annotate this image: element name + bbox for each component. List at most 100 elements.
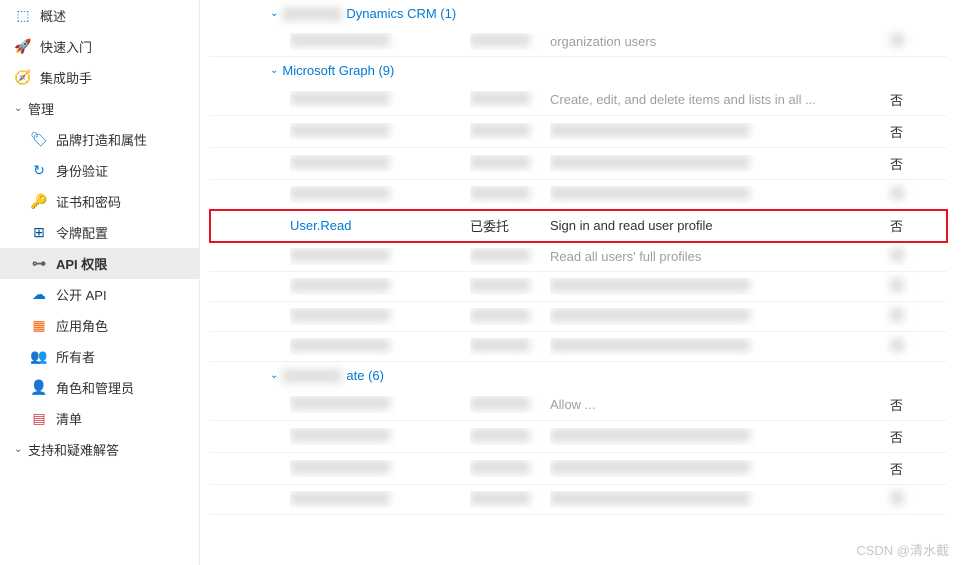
perm-admin bbox=[890, 491, 930, 508]
nav-label: 证书和密码 bbox=[56, 192, 121, 211]
perm-desc bbox=[550, 155, 890, 172]
perm-type bbox=[470, 308, 550, 325]
nav-label: API 权限 bbox=[56, 254, 107, 273]
perm-name bbox=[290, 428, 470, 445]
perm-desc bbox=[550, 123, 890, 140]
perm-desc bbox=[550, 308, 890, 325]
perm-admin bbox=[890, 308, 930, 325]
nav-label: 公开 API bbox=[56, 285, 107, 304]
perm-admin: 否 bbox=[890, 154, 930, 173]
perm-type bbox=[470, 123, 550, 140]
perm-admin: 否 bbox=[890, 395, 930, 414]
perm-type: 已委托 bbox=[470, 216, 550, 235]
perm-group-header-0[interactable]: ⌄Dynamics CRM (1) bbox=[210, 0, 947, 27]
perm-desc: Sign in and read user profile bbox=[550, 218, 890, 233]
perm-row[interactable] bbox=[210, 180, 947, 210]
perm-type bbox=[470, 491, 550, 508]
perm-row[interactable] bbox=[210, 332, 947, 362]
perm-admin: 否 bbox=[890, 427, 930, 446]
sidebar-group-1[interactable]: ⌄支持和疑难解答 bbox=[0, 434, 199, 465]
perm-group-header-2[interactable]: ⌄ate (6) bbox=[210, 362, 947, 389]
perm-type bbox=[470, 186, 550, 203]
sidebar-item-0-0[interactable]: 🏷 品牌打造和属性 bbox=[0, 124, 199, 155]
sidebar-item-0[interactable]: ⬚ 概述 bbox=[0, 0, 199, 31]
nav-label: 品牌打造和属性 bbox=[56, 130, 147, 149]
nav-icon: 🏷 bbox=[30, 131, 48, 149]
nav-icon: ☁ bbox=[30, 286, 48, 304]
perm-type bbox=[470, 91, 550, 108]
sidebar-item-0-5[interactable]: ☁ 公开 API bbox=[0, 279, 199, 310]
blurred-text bbox=[282, 7, 342, 21]
perm-desc bbox=[550, 491, 890, 508]
perm-admin: 否 bbox=[890, 216, 930, 235]
perm-row[interactable] bbox=[210, 485, 947, 515]
sidebar-item-0-1[interactable]: ↻身份验证 bbox=[0, 155, 199, 186]
perm-row[interactable]: 否 bbox=[210, 148, 947, 180]
perm-name bbox=[290, 308, 470, 325]
perm-row[interactable]: 否 bbox=[210, 421, 947, 453]
nav-icon: 🚀 bbox=[14, 38, 32, 56]
perm-desc: Allow ... bbox=[550, 397, 890, 412]
chevron-down-icon: ⌄ bbox=[270, 370, 278, 381]
nav-label: 清单 bbox=[56, 409, 82, 428]
sidebar-item-0-6[interactable]: ▦应用角色 bbox=[0, 310, 199, 341]
perm-desc bbox=[550, 460, 890, 477]
perm-admin bbox=[890, 278, 930, 295]
perm-row[interactable]: 否 bbox=[210, 453, 947, 485]
nav-label: 快速入门 bbox=[40, 37, 92, 56]
blurred-text bbox=[282, 369, 342, 383]
group-name: Microsoft Graph (9) bbox=[282, 63, 394, 78]
nav-label: 令牌配置 bbox=[56, 223, 108, 242]
perm-desc: organization users bbox=[550, 34, 890, 49]
perm-row[interactable]: 否 bbox=[210, 116, 947, 148]
nav-icon: ⊞ bbox=[30, 224, 48, 242]
nav-icon: 🧭 bbox=[14, 69, 32, 87]
nav-label: 概述 bbox=[40, 6, 66, 25]
sidebar-item-0-7[interactable]: 👥 所有者 bbox=[0, 341, 199, 372]
chevron-down-icon: ⌄ bbox=[14, 103, 28, 114]
group-label: 管理 bbox=[28, 99, 54, 118]
sidebar-item-0-9[interactable]: ▤清单 bbox=[0, 403, 199, 434]
perm-desc bbox=[550, 428, 890, 445]
sidebar: ⬚ 概述 🚀 快速入门 🧭集成助手 ⌄管理 🏷 品牌打造和属性 ↻身份验证 🔑 证书和密码 ⊞ 令牌配… bbox=[0, 0, 200, 565]
perm-admin bbox=[890, 186, 930, 203]
perm-name bbox=[290, 33, 470, 50]
perm-row[interactable] bbox=[210, 272, 947, 302]
chevron-down-icon: ⌄ bbox=[270, 65, 278, 76]
perm-type bbox=[470, 33, 550, 50]
sidebar-item-0-8[interactable]: 👤角色和管理员 bbox=[0, 372, 199, 403]
perm-admin bbox=[890, 33, 930, 50]
sidebar-group-0[interactable]: ⌄管理 bbox=[0, 93, 199, 124]
perm-name bbox=[290, 248, 470, 265]
perm-type bbox=[470, 460, 550, 477]
perm-row[interactable]: organization users bbox=[210, 27, 947, 57]
sidebar-item-0-2[interactable]: 🔑 证书和密码 bbox=[0, 186, 199, 217]
perm-name: User.Read bbox=[290, 218, 470, 233]
nav-icon: 👥 bbox=[30, 348, 48, 366]
main-content: ⌄Dynamics CRM (1) organization users ⌄ Mi… bbox=[200, 0, 961, 565]
nav-icon: ↻ bbox=[30, 162, 48, 180]
perm-type bbox=[470, 428, 550, 445]
nav-icon: ▦ bbox=[30, 317, 48, 335]
perm-desc: Create, edit, and delete items and lists… bbox=[550, 92, 890, 107]
sidebar-item-0-3[interactable]: ⊞ 令牌配置 bbox=[0, 217, 199, 248]
sidebar-item-1[interactable]: 🚀 快速入门 bbox=[0, 31, 199, 62]
perm-name bbox=[290, 91, 470, 108]
sidebar-item-0-4[interactable]: ⊶API 权限 bbox=[0, 248, 199, 279]
group-label: 支持和疑难解答 bbox=[28, 440, 119, 459]
perm-row[interactable] bbox=[210, 302, 947, 332]
perm-type bbox=[470, 278, 550, 295]
perm-name bbox=[290, 338, 470, 355]
perm-group-header-1[interactable]: ⌄ Microsoft Graph (9) bbox=[210, 57, 947, 84]
perm-row[interactable]: User.Read 已委托 Sign in and read user prof… bbox=[210, 210, 947, 242]
perm-row[interactable]: Create, edit, and delete items and lists… bbox=[210, 84, 947, 116]
perm-row[interactable]: Allow ... 否 bbox=[210, 389, 947, 421]
chevron-down-icon: ⌄ bbox=[270, 8, 278, 19]
nav-icon: ⬚ bbox=[14, 7, 32, 25]
nav-label: 所有者 bbox=[56, 347, 95, 366]
perm-type bbox=[470, 155, 550, 172]
sidebar-item-2[interactable]: 🧭集成助手 bbox=[0, 62, 199, 93]
nav-icon: 🔑 bbox=[30, 193, 48, 211]
perm-name bbox=[290, 460, 470, 477]
perm-row[interactable]: Read all users' full profiles bbox=[210, 242, 947, 272]
